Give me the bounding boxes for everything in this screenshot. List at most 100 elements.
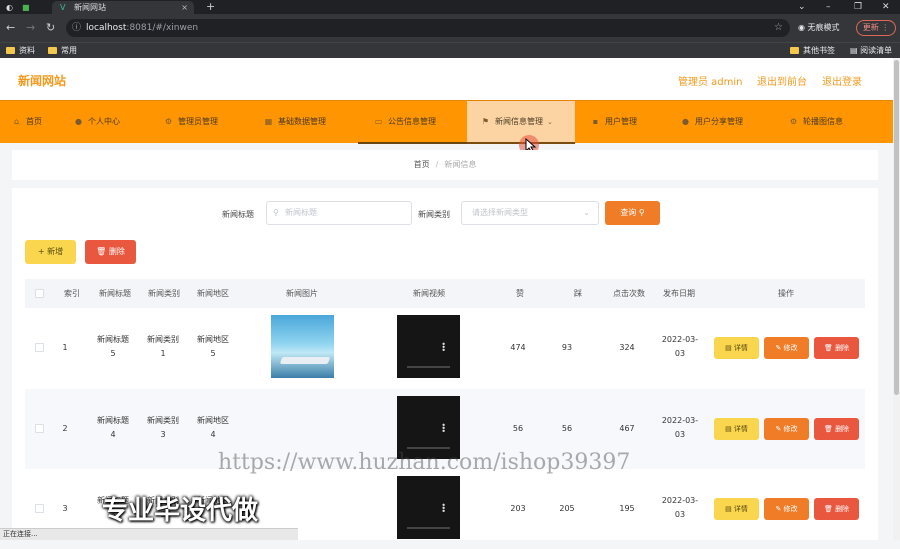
delete-label: 删除 <box>835 344 850 352</box>
add-button[interactable]: + 新增 <box>25 240 76 264</box>
news-video-player[interactable]: • • • <box>397 315 460 378</box>
update-label: 更新 <box>862 23 879 32</box>
news-title-placeholder: 新闻标题 <box>285 208 317 217</box>
chevron-down-icon: ⌄ <box>583 208 590 217</box>
folder-icon <box>48 47 57 54</box>
cell-type: 新闻类别1 <box>147 335 179 358</box>
nav-item-admin[interactable]: ⚙ 管理员管理 <box>154 101 252 144</box>
nav-item-notice[interactable]: ▭ 公告信息管理 <box>358 101 467 144</box>
row-checkbox[interactable] <box>35 424 44 433</box>
tab-close-icon[interactable]: × <box>181 1 188 14</box>
row-checkbox[interactable] <box>35 504 44 513</box>
cell-dislikes: 205 <box>559 504 575 513</box>
address-bar[interactable]: ⓘ localhost:8081/#/xinwen <box>66 19 790 37</box>
new-tab-button[interactable]: + <box>206 0 215 13</box>
trash-icon: 🗑 <box>823 425 836 433</box>
nav-item-home[interactable]: ⌂ 首页 <box>0 101 58 144</box>
bookmark-label: 常用 <box>61 46 77 55</box>
th-dislikes: 踩 <box>574 289 582 298</box>
video-progress-bar[interactable] <box>407 527 450 529</box>
page-scrollbar[interactable] <box>893 58 900 540</box>
nav-item-carousel[interactable]: ⚙ 轮播图信息 <box>775 101 893 144</box>
minimize-icon[interactable]: – <box>826 0 831 14</box>
cell-clicks: 324 <box>619 343 635 352</box>
bookmark-folder-changyong[interactable]: 常用 <box>48 44 77 58</box>
content-panel: 新闻标题 ⚲ 新闻标题 新闻类别 请选择新闻类型 ⌄ 查询 ⚲ + 新增 🗑 删… <box>12 188 878 540</box>
incognito-indicator[interactable]: ◉ 无痕模式 <box>798 22 840 34</box>
bookmark-label: 阅读清单 <box>860 46 893 55</box>
edit-button[interactable]: ✎ 修改 <box>764 498 809 520</box>
search-button[interactable]: 查询 ⚲ <box>605 201 660 225</box>
delete-label: 删除 <box>835 425 850 433</box>
app-header: 新闻网站 管理员 admin 退出到前台 退出登录 <box>0 58 893 100</box>
edit-label: 修改 <box>783 344 798 352</box>
reading-list[interactable]: ▤ 阅读清单 <box>850 44 892 58</box>
pinned-tab-icon[interactable]: ■ <box>22 1 30 14</box>
bookmark-star-icon[interactable]: ☆ <box>774 19 783 37</box>
detail-button[interactable]: ▤ 详情 <box>714 337 759 359</box>
cell-clicks: 467 <box>619 424 635 433</box>
detail-icon: ▤ <box>725 425 734 433</box>
delete-button[interactable]: 🗑 删除 <box>814 498 859 520</box>
nav-item-basic-data[interactable]: ▦ 基础数据管理 <box>252 101 358 144</box>
edit-button[interactable]: ✎ 修改 <box>764 418 809 440</box>
browser-tab-bar: ◐ ■ V 新闻网站 × + ⌄ – ❐ ✕ <box>0 0 900 14</box>
table-row: 1 新闻标题5 新闻类别1 新闻地区5 • • • 474 93 324 2022-… <box>25 308 865 388</box>
news-type-select[interactable]: 请选择新闻类型 ⌄ <box>461 201 599 225</box>
breadcrumb: 首页 / 新闻信息 <box>12 150 878 180</box>
detail-button[interactable]: ▤ 详情 <box>714 498 759 520</box>
video-progress-bar[interactable] <box>407 366 450 368</box>
nav-label: 个人中心 <box>88 117 120 126</box>
search-icon: ⚲ <box>273 208 279 217</box>
folder-icon <box>6 47 15 54</box>
news-title-label: 新闻标题 <box>222 210 254 219</box>
video-progress-bar[interactable] <box>407 447 450 449</box>
site-info-icon[interactable]: ⓘ <box>72 19 81 37</box>
more-options-icon[interactable]: • • • <box>441 502 446 516</box>
th-actions: 操作 <box>778 289 794 298</box>
scrollbar-thumb[interactable] <box>894 60 899 395</box>
bookmark-other[interactable]: 其他书签 <box>790 44 835 58</box>
breadcrumb-home[interactable]: 首页 <box>414 160 430 169</box>
more-options-icon[interactable]: • • • <box>441 341 446 355</box>
promo-overlay-text: 专业毕设代做 <box>102 496 259 526</box>
detail-button[interactable]: ▤ 详情 <box>714 418 759 440</box>
reading-list-icon: ▤ <box>850 46 861 55</box>
reload-icon[interactable]: ↻ <box>46 21 55 35</box>
edit-icon: ✎ <box>775 344 784 352</box>
exit-to-frontend-link[interactable]: 退出到前台 <box>757 73 807 88</box>
news-title-input[interactable]: ⚲ 新闻标题 <box>266 201 412 225</box>
tablet-shape <box>279 357 331 364</box>
chevron-down-icon: ⌄ <box>547 118 553 126</box>
cell-dislikes: 56 <box>561 424 573 433</box>
restore-icon[interactable]: ❐ <box>854 0 862 14</box>
edit-icon: ✎ <box>775 425 784 433</box>
bookmark-folder-ziliao[interactable]: 资料 <box>6 44 35 58</box>
news-image-thumbnail[interactable] <box>271 315 334 378</box>
logout-link[interactable]: 退出登录 <box>822 73 862 88</box>
browser-tab-active[interactable]: V 新闻网站 × <box>52 1 194 14</box>
more-options-icon[interactable]: • • • <box>441 422 446 436</box>
forward-icon[interactable]: → <box>26 21 35 35</box>
edit-button[interactable]: ✎ 修改 <box>764 337 809 359</box>
back-icon[interactable]: ← <box>6 21 15 35</box>
delete-button[interactable]: 🗑 删除 <box>814 418 859 440</box>
bookmarks-bar: 资料 常用 其他书签 ▤ 阅读清单 <box>0 42 900 58</box>
browser-menu-icon[interactable]: ◐ <box>6 1 13 14</box>
select-all-checkbox[interactable] <box>35 289 44 298</box>
nav-item-personal[interactable]: ● 个人中心 <box>58 101 154 144</box>
nav-item-users[interactable]: ▪ 用户管理 <box>575 101 663 144</box>
image-icon: ⚙ <box>789 117 798 126</box>
edit-icon: ✎ <box>775 505 784 513</box>
delete-button[interactable]: 🗑 删除 <box>814 337 859 359</box>
nav-item-share[interactable]: ● 用户分享管理 <box>663 101 775 144</box>
detail-label: 详情 <box>733 344 748 352</box>
th-likes: 赞 <box>516 289 524 298</box>
news-video-player[interactable]: • • • <box>397 476 460 539</box>
row-checkbox[interactable] <box>35 343 44 352</box>
update-button[interactable]: 更新 ⋮ <box>856 20 896 36</box>
window-close-icon[interactable]: ✕ <box>882 0 890 14</box>
home-icon: ⌂ <box>13 117 20 126</box>
bulk-delete-button[interactable]: 🗑 删除 <box>85 240 136 264</box>
tab-search-icon[interactable]: ⌄ <box>798 0 806 14</box>
